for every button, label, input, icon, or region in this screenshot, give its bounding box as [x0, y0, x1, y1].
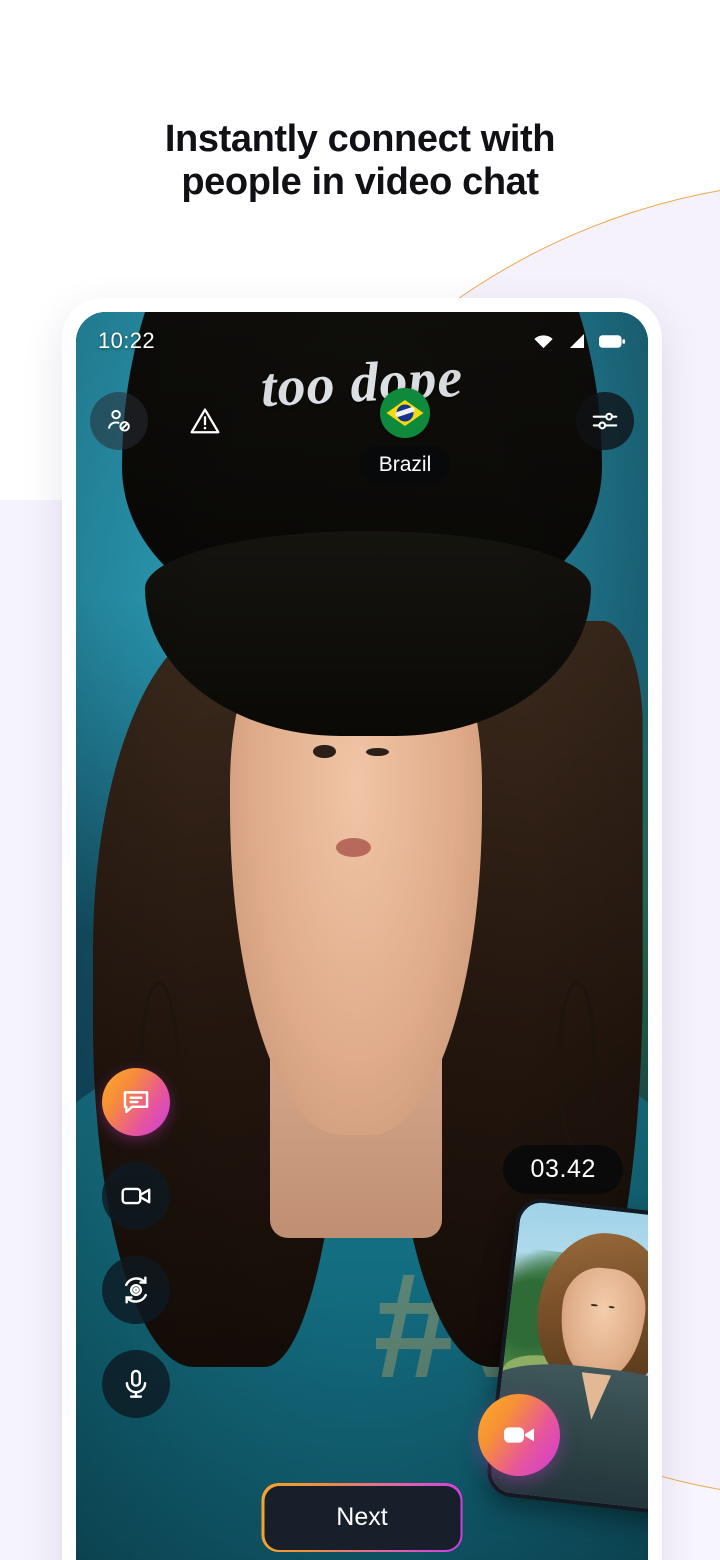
filter-sliders-icon	[592, 412, 618, 430]
filters-button[interactable]	[575, 392, 634, 450]
block-user-icon	[108, 409, 130, 432]
battery-icon	[599, 334, 626, 348]
switch-camera-button[interactable]	[102, 1256, 170, 1324]
headline-line-1: Instantly connect with	[164, 118, 556, 160]
block-user-button[interactable]	[90, 392, 148, 450]
microphone-button[interactable]	[102, 1350, 170, 1418]
call-timer: 03.42	[503, 1145, 623, 1194]
phone-screen: #VID too dope 10:22	[76, 312, 648, 1560]
video-camera-icon	[121, 1187, 151, 1205]
country-label: Brazil	[359, 446, 451, 484]
video-camera-icon	[504, 1427, 534, 1443]
headline-line-2: people in video chat	[181, 160, 539, 203]
top-left-controls	[90, 392, 234, 450]
wifi-icon	[534, 334, 553, 348]
left-action-rail	[102, 1068, 170, 1418]
signal-icon	[569, 333, 585, 349]
top-controls: Brazil	[76, 388, 648, 484]
next-button[interactable]: Next	[264, 1485, 460, 1550]
next-button-border: Next	[261, 1483, 463, 1552]
status-bar: 10:22	[76, 312, 648, 370]
report-button[interactable]	[176, 392, 234, 450]
microphone-icon	[125, 1369, 147, 1398]
pip-eye-left	[590, 1303, 598, 1307]
chat-bubble-icon	[123, 1091, 149, 1114]
phone-mockup: #VID too dope 10:22	[62, 298, 662, 1560]
chat-button[interactable]	[102, 1068, 170, 1136]
country-indicator[interactable]: Brazil	[359, 388, 451, 484]
pip-video-button[interactable]	[478, 1394, 560, 1476]
report-warning-icon	[190, 408, 220, 434]
status-time: 10:22	[98, 328, 156, 353]
video-toggle-button[interactable]	[102, 1162, 170, 1230]
screenshot-root: Instantly connect with people in video c…	[0, 0, 720, 1560]
status-icons	[533, 333, 626, 349]
camera-flip-icon	[125, 1276, 147, 1304]
pip-eye-right	[608, 1305, 615, 1309]
page-title: Instantly connect with people in video c…	[0, 118, 720, 203]
brazil-flag-icon	[379, 388, 430, 438]
